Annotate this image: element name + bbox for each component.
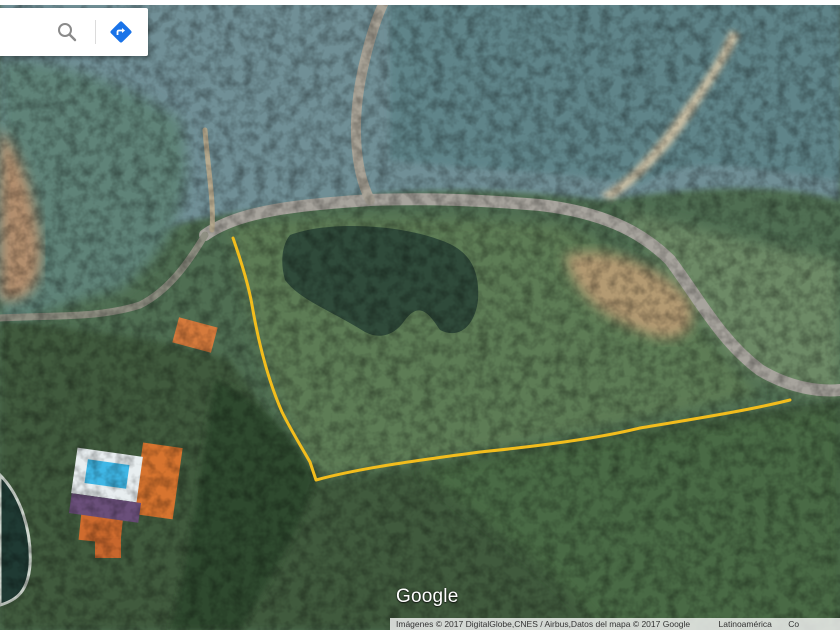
satellite-map[interactable] (0, 0, 840, 630)
terrain-texture (0, 0, 840, 630)
search-box[interactable] (0, 8, 148, 56)
search-divider (95, 20, 96, 44)
google-logo: Google (396, 586, 459, 607)
attribution-text: Imágenes © 2017 DigitalGlobe,CNES / Airb… (396, 619, 691, 629)
top-bar (0, 0, 840, 5)
search-icon[interactable] (55, 20, 79, 44)
terms-link[interactable]: Co (788, 619, 799, 629)
region-link[interactable]: Latinoamérica (719, 619, 772, 629)
search-input[interactable] (6, 20, 50, 46)
map-attribution: Imágenes © 2017 DigitalGlobe,CNES / Airb… (390, 618, 840, 630)
directions-icon[interactable] (109, 20, 133, 44)
